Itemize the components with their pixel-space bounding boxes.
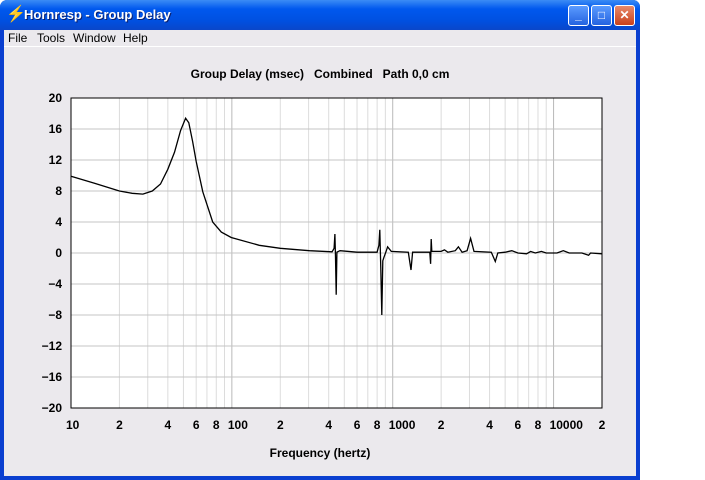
x-tick-label: 8 [535,418,542,432]
x-tick-label: 6 [354,418,361,432]
y-tick-label: −20 [42,401,63,415]
x-tick-label: 2 [116,418,123,432]
x-tick-label: 2 [438,418,445,432]
x-tick-label: 4 [325,418,332,432]
y-tick-label: 20 [49,91,63,105]
menu-file[interactable]: File [8,31,27,45]
x-tick-label: 4 [486,418,493,432]
x-tick-label: 2 [277,418,284,432]
menu-help[interactable]: Help [123,31,148,45]
y-tick-label: 16 [49,122,63,136]
menu-bar: File Tools Window Help [4,30,636,47]
y-tick-label: −8 [48,308,62,322]
x-tick-label: 6 [515,418,522,432]
x-tick-label: 4 [165,418,172,432]
x-tick-label: 6 [193,418,200,432]
x-tick-label: 100 [228,418,248,432]
x-tick-label: 8 [213,418,220,432]
lightning-icon: ⚡ [6,6,26,23]
x-tick-label: 2 [599,418,606,432]
x-tick-label: 8 [374,418,381,432]
y-tick-label: −16 [42,370,63,384]
x-axis-label: Frequency (hertz) [269,446,371,460]
close-button[interactable]: ✕ [614,5,635,26]
maximize-button[interactable]: □ [591,5,612,26]
x-tick-label: 1000 [389,418,416,432]
client-area: File Tools Window Help Group Delay (msec… [4,30,636,476]
y-tick-label: 8 [55,184,62,198]
group-delay-chart: 201612840−4−8−12−16−2010 2 4 6 8 100 2 4 6 8 1000 2… [42,91,606,432]
y-tick-label: −4 [48,277,62,291]
y-tick-label: −12 [42,339,63,353]
title-bar[interactable]: ⚡ Hornresp - Group Delay _ □ ✕ [0,0,640,30]
menu-window[interactable]: Window [73,31,116,45]
y-tick-label: 4 [55,215,62,229]
y-tick-label: 0 [55,246,62,260]
menu-tools[interactable]: Tools [37,31,65,45]
x-tick-label: 10000 [550,418,584,432]
app-window: ⚡ Hornresp - Group Delay _ □ ✕ File Tool… [0,0,640,480]
window-title: Hornresp - Group Delay [24,7,171,22]
minimize-button[interactable]: _ [568,5,589,26]
x-tick-label: 10 [66,418,80,432]
y-tick-label: 12 [49,153,63,167]
